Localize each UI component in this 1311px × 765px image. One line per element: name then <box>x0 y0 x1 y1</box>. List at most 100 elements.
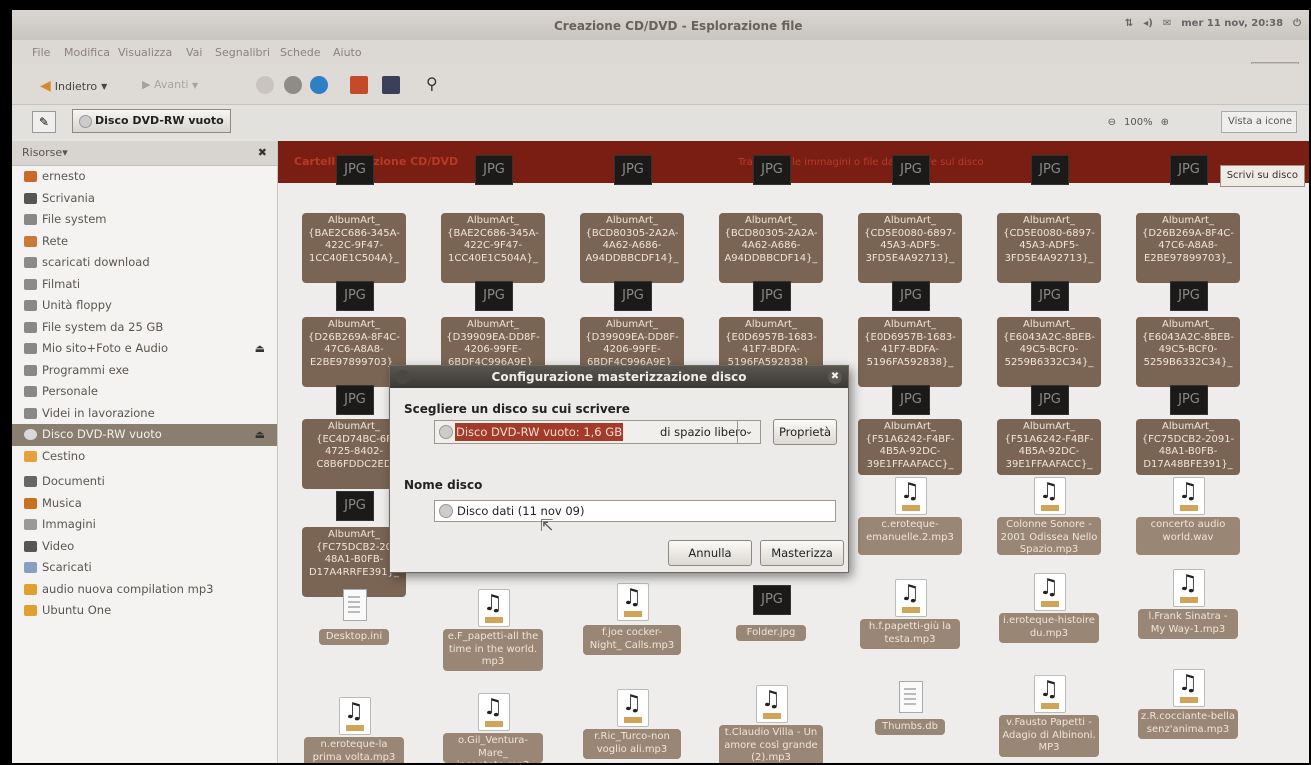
audio-file-icon[interactable] <box>1034 573 1066 611</box>
disc-name-input[interactable]: Disco dati (11 nov 09) <box>434 500 836 522</box>
power-icon[interactable]: ⏻ <box>1293 18 1301 29</box>
network-icon[interactable]: ⇅ <box>1125 18 1133 29</box>
disc-selector[interactable]: Disco DVD-RW vuoto: 1,6 GB di spazio lib… <box>434 420 761 444</box>
audio-file-icon[interactable] <box>478 589 510 627</box>
file-label[interactable]: AlbumArt_ {E6043A2C-8BEB- 49C5-BCF0- 525… <box>997 317 1101 387</box>
sidebar-header[interactable]: Risorse▾ ✖ <box>12 141 277 166</box>
audio-file-icon[interactable] <box>1034 477 1066 515</box>
jpg-thumbnail-icon[interactable]: JPG <box>1031 281 1069 311</box>
document-file-icon[interactable] <box>899 681 923 713</box>
jpg-thumbnail-icon[interactable]: JPG <box>892 155 930 185</box>
jpg-thumbnail-icon[interactable]: JPG <box>475 281 513 311</box>
sidebar-item[interactable]: Ubuntu One <box>12 600 277 622</box>
jpg-thumbnail-icon[interactable]: JPG <box>336 155 374 185</box>
audio-file-icon[interactable] <box>1173 669 1205 707</box>
dialog-menu-icon[interactable] <box>396 370 410 384</box>
file-label[interactable]: c.eroteque- emanuelle.2.mp3 <box>858 517 962 555</box>
jpg-thumbnail-icon[interactable]: JPG <box>336 385 374 415</box>
sidebar-item[interactable]: Disco DVD-RW vuoto ⏏ <box>12 424 277 446</box>
jpg-thumbnail-icon[interactable]: JPG <box>336 491 374 521</box>
stop-icon[interactable] <box>284 76 302 94</box>
audio-file-icon[interactable] <box>1173 477 1205 515</box>
sidebar-item[interactable]: Programmi exe <box>12 360 277 382</box>
file-label[interactable]: AlbumArt_ {BCD80305-2A2A- 4A62-A686- A94… <box>719 213 823 283</box>
file-label[interactable]: i.eroteque-histoire du.mp3 <box>999 613 1099 643</box>
jpg-thumbnail-icon[interactable]: JPG <box>753 155 791 185</box>
sidebar-item[interactable]: Immagini <box>12 514 277 536</box>
file-label[interactable]: f.joe cocker- Night_ Calls.mp3 <box>583 625 681 655</box>
jpg-thumbnail-icon[interactable]: JPG <box>614 155 652 185</box>
file-label[interactable]: AlbumArt_ {D26B269A-8F4C- 47C6-A8A8- E2B… <box>1136 213 1240 283</box>
jpg-thumbnail-icon[interactable]: JPG <box>614 281 652 311</box>
menu-visualizza[interactable]: Visualizza <box>118 46 172 59</box>
reload-icon[interactable] <box>310 76 328 94</box>
file-label[interactable]: Folder.jpg <box>736 625 806 641</box>
menu-schede[interactable]: Schede <box>280 46 321 59</box>
computer-icon[interactable] <box>382 76 400 94</box>
sidebar-item[interactable]: audio nuova compilation mp3 <box>12 579 277 601</box>
file-label[interactable]: Colonne Sonore - 2001 Odissea Nello Spaz… <box>997 517 1101 555</box>
sidebar-item[interactable]: Personale <box>12 381 277 403</box>
file-label[interactable]: o.Gil_Ventura-Mare_ incantato.mp3 <box>443 733 543 763</box>
file-label[interactable]: AlbumArt_ {F51A6242-F4BF- 4B5A-92DC- 39E… <box>858 419 962 475</box>
file-label[interactable]: h.f.papetti-giù la testa.mp3 <box>860 619 960 649</box>
up-icon[interactable] <box>256 76 274 94</box>
sidebar-item[interactable]: Scrivania <box>12 188 277 210</box>
file-label[interactable]: Thumbs.db <box>875 719 945 735</box>
location-crumb[interactable]: Disco DVD-RW vuoto <box>72 109 231 133</box>
jpg-thumbnail-icon[interactable]: JPG <box>892 281 930 311</box>
file-label[interactable]: AlbumArt_ {FC75DCB2-2091- 48A1-B0FB- D17… <box>1136 419 1240 475</box>
sidebar-item[interactable]: File system da 25 GB <box>12 317 277 339</box>
close-icon[interactable]: ✖ <box>828 370 842 384</box>
file-label[interactable]: n.eroteque-la prima volta.mp3 <box>304 737 404 763</box>
document-file-icon[interactable] <box>343 589 367 621</box>
sidebar-item[interactable]: File system <box>12 209 277 231</box>
close-sidebar-icon[interactable]: ✖ <box>258 141 267 165</box>
cancel-button[interactable]: Annulla <box>668 540 752 566</box>
jpg-thumbnail-icon[interactable]: JPG <box>1031 385 1069 415</box>
file-label[interactable]: concerto audio world.wav <box>1136 517 1240 555</box>
view-selector[interactable]: Vista a icone <box>1221 111 1297 133</box>
burn-button[interactable]: Masterizza <box>760 540 844 566</box>
zoom-in-icon[interactable]: ⊕ <box>1161 117 1169 128</box>
audio-file-icon[interactable] <box>1173 569 1205 607</box>
audio-file-icon[interactable] <box>617 689 649 727</box>
menu-modifica[interactable]: Modifica <box>64 46 110 59</box>
jpg-thumbnail-icon[interactable]: JPG <box>336 281 374 311</box>
jpg-thumbnail-icon[interactable]: JPG <box>1031 155 1069 185</box>
zoom-level[interactable]: 100% <box>1124 117 1153 128</box>
audio-file-icon[interactable] <box>1034 675 1066 713</box>
menu-aiuto[interactable]: Aiuto <box>333 46 362 59</box>
jpg-thumbnail-icon[interactable]: JPG <box>1170 385 1208 415</box>
sidebar-item[interactable]: scaricati download <box>12 252 277 274</box>
file-label[interactable]: AlbumArt_ {E6043A2C-8BEB- 49C5-BCF0- 525… <box>1136 317 1240 387</box>
mail-icon[interactable]: ✉ <box>1163 18 1171 29</box>
sidebar-item[interactable]: Unità floppy <box>12 295 277 317</box>
sidebar-item[interactable]: Musica <box>12 493 277 515</box>
audio-file-icon[interactable] <box>895 579 927 617</box>
volume-icon[interactable]: ◂) <box>1143 18 1153 29</box>
zoom-out-icon[interactable]: ⊖ <box>1108 117 1116 128</box>
edit-location-button[interactable]: ✎ <box>32 111 56 133</box>
audio-file-icon[interactable] <box>895 477 927 515</box>
sidebar-item[interactable]: Video <box>12 536 277 558</box>
audio-file-icon[interactable] <box>339 697 371 735</box>
sidebar-item[interactable]: Cestino <box>12 446 277 468</box>
file-label[interactable]: Desktop.ini <box>319 629 389 645</box>
write-to-disc-button[interactable]: Scrivi su disco <box>1219 165 1305 187</box>
sidebar-item[interactable]: ernesto <box>12 166 277 188</box>
file-label[interactable]: AlbumArt_ {E0D6957B-1683- 41F7-BDFA- 519… <box>858 317 962 387</box>
file-label[interactable]: v.Fausto Papetti - Adagio di Albinoni. M… <box>999 715 1099 757</box>
menu-vai[interactable]: Vai <box>186 46 202 59</box>
search-icon[interactable]: ⚲ <box>426 74 438 93</box>
sidebar-item[interactable]: Filmati <box>12 274 277 296</box>
back-button[interactable]: ◀ Indietro ▼ <box>40 78 107 94</box>
file-label[interactable]: r.Ric_Turco-non voglio ali.mp3 <box>583 729 681 759</box>
home-icon[interactable] <box>350 76 368 94</box>
eject-icon[interactable]: ⏏ <box>255 338 265 360</box>
file-label[interactable]: AlbumArt_ {CD5E0080-6897- 45A3-ADF5- 3FD… <box>858 213 962 283</box>
properties-button[interactable]: Proprietà <box>773 419 837 445</box>
menu-file[interactable]: File <box>32 46 50 59</box>
sidebar-item[interactable]: Mio sito+Foto e Audio ⏏ <box>12 338 277 360</box>
jpg-thumbnail-icon[interactable]: JPG <box>753 585 791 615</box>
